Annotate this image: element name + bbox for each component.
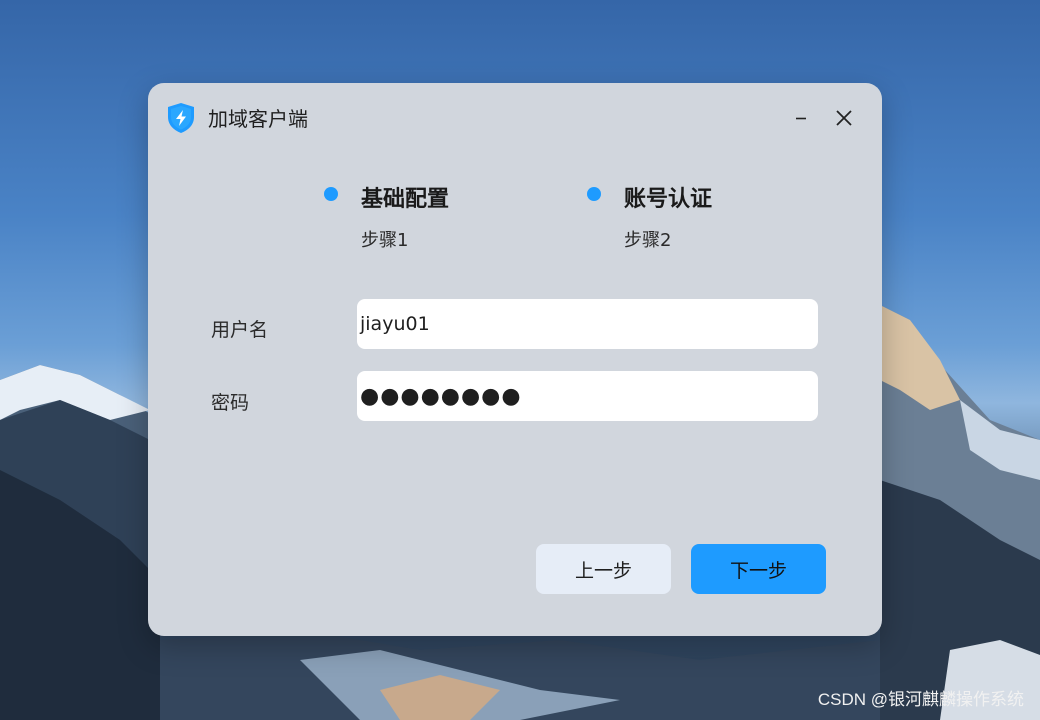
step-indicator-dot [324, 187, 338, 201]
username-label: 用户名 [211, 319, 269, 341]
step-title: 账号认证 [624, 187, 713, 212]
minimize-icon [796, 117, 806, 120]
step-subtitle: 步骤1 [361, 230, 409, 251]
shield-lightning-icon [168, 103, 194, 133]
next-step-button[interactable]: 下一步 [691, 544, 826, 594]
window-title: 加域客户端 [208, 107, 308, 131]
username-input[interactable]: jiayu01 [357, 299, 818, 349]
watermark-text: CSDN @银河麒麟操作系统 [817, 690, 1024, 709]
step-indicator-dot [587, 187, 601, 201]
minimize-button[interactable] [786, 103, 816, 133]
desktop: 加域客户端 基础配置 步骤1 账号认证 步骤2 用户名 jiayu01 密码 ●… [0, 0, 1040, 720]
domain-join-dialog: 加域客户端 基础配置 步骤1 账号认证 步骤2 用户名 jiayu01 密码 ●… [148, 83, 882, 636]
password-label: 密码 [211, 392, 250, 414]
step-title: 基础配置 [361, 187, 450, 212]
step-subtitle: 步骤2 [624, 230, 672, 251]
close-icon [836, 110, 852, 126]
previous-step-button[interactable]: 上一步 [536, 544, 671, 594]
password-input[interactable]: ●●●●●●●● [357, 371, 818, 421]
titlebar: 加域客户端 [148, 83, 882, 155]
close-button[interactable] [829, 103, 859, 133]
